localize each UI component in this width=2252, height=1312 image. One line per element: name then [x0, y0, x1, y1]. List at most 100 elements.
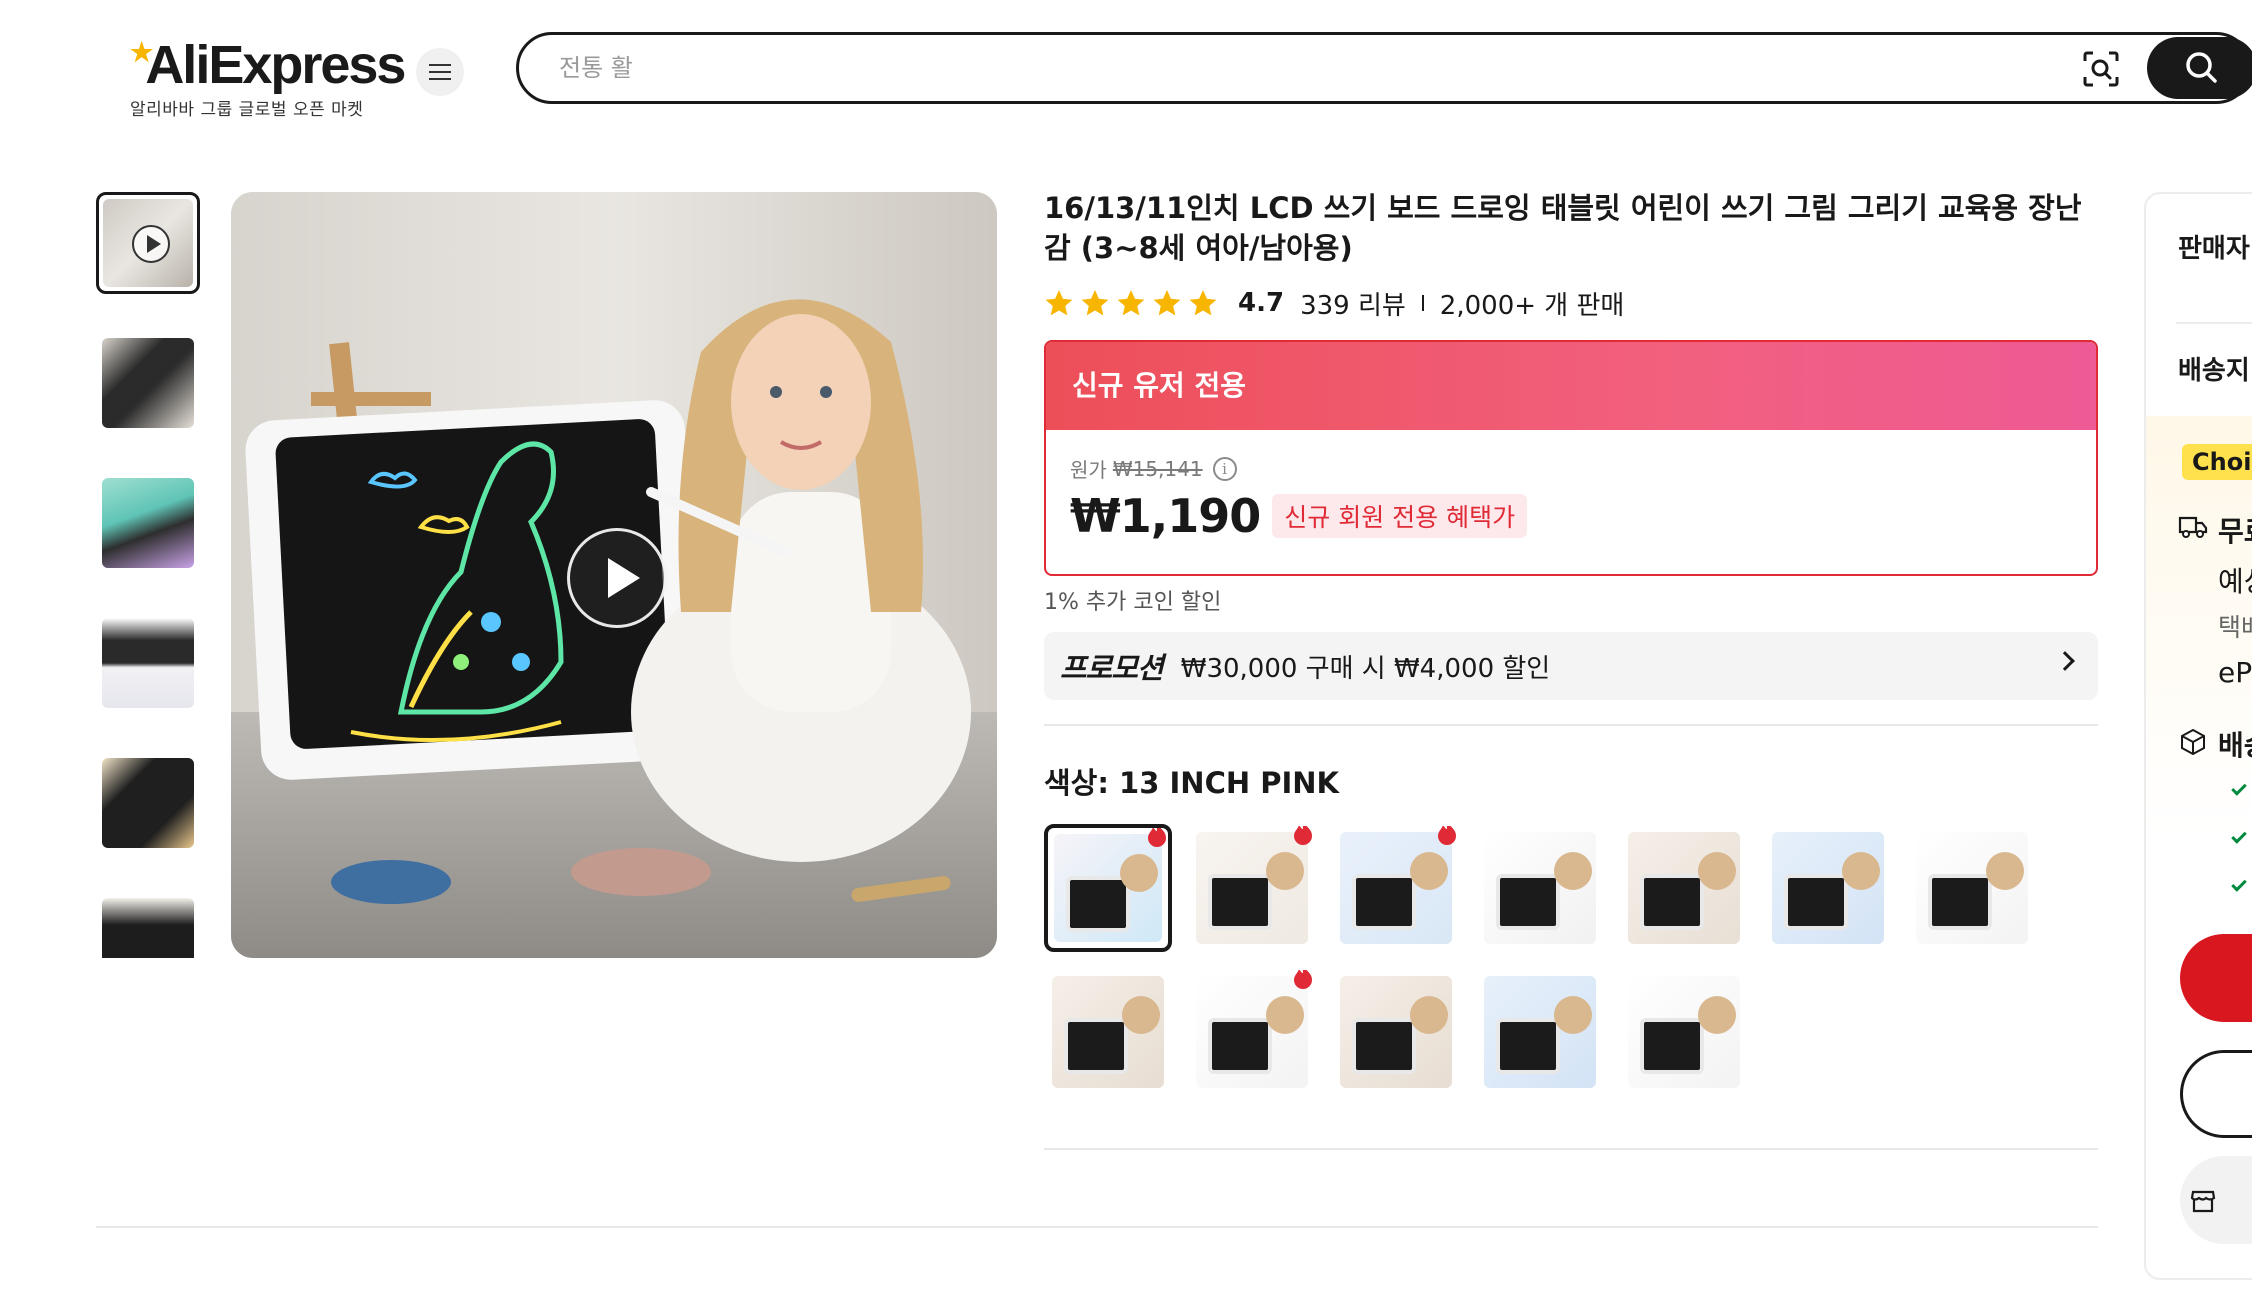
- thumbnail-video[interactable]: [96, 192, 200, 294]
- divider: [2176, 322, 2252, 324]
- new-user-deal-box: 신규 유저 전용 원가 ₩15,141 i ₩1,190 신규 회원 전용 혜택…: [1044, 340, 2098, 576]
- estimate-label: 예상: [2218, 565, 2252, 598]
- info-icon[interactable]: i: [1212, 456, 1237, 481]
- logo-wordmark: ★AliExpress: [130, 24, 406, 93]
- hamburger-icon: [429, 64, 451, 80]
- color-option[interactable]: [1476, 824, 1604, 952]
- star-icon: [1189, 290, 1217, 316]
- child-graphic: [1120, 854, 1158, 892]
- color-option[interactable]: [1332, 824, 1460, 952]
- package-icon: [2181, 728, 2205, 756]
- sale-price: ₩1,190: [1070, 489, 1261, 543]
- review-count-link[interactable]: 339 리뷰: [1300, 285, 1406, 322]
- add-to-cart-button[interactable]: [2180, 1050, 2252, 1138]
- child-graphic: [1410, 996, 1448, 1034]
- product-title: 16/13/11인치 LCD 쓰기 보드 드로잉 태블릿 어린이 쓰기 그림 그…: [1044, 191, 2082, 265]
- site-header: ★AliExpress 알리바바 그룹 글로벌 오픈 마켓: [0, 0, 2252, 130]
- search-button[interactable]: [2147, 37, 2252, 99]
- chevron-right-icon: [2055, 651, 2075, 671]
- choice-badge: Choic: [2182, 444, 2252, 480]
- child-graphic: [1554, 996, 1592, 1034]
- store-icon: [2190, 1190, 2216, 1213]
- shipping-heading[interactable]: 배송지: [2178, 350, 2250, 387]
- price-row: ₩1,190 신규 회원 전용 혜택가: [1070, 489, 2072, 543]
- tablet-graphic: [1640, 1018, 1704, 1074]
- original-price-row: 원가 ₩15,141 i: [1070, 454, 2072, 483]
- logo-text: AliExpress: [145, 35, 406, 95]
- color-option[interactable]: [1332, 968, 1460, 1096]
- section-divider: [1044, 724, 2098, 726]
- tablet-graphic: [1352, 1018, 1416, 1074]
- child-graphic: [1410, 852, 1448, 890]
- star-icon: [1153, 290, 1181, 316]
- star-icon: [1045, 290, 1073, 316]
- child-graphic: [1122, 996, 1160, 1034]
- rating-row: 4.7 339 리뷰 2,000+ 개 판매: [1044, 285, 2098, 322]
- star-icon: [1081, 290, 1109, 316]
- free-shipping-label: 무료: [2218, 515, 2252, 548]
- aliexpress-logo[interactable]: ★AliExpress 알리바바 그룹 글로벌 오픈 마켓: [130, 24, 406, 120]
- tablet-graphic: [1208, 874, 1272, 930]
- new-member-benefit-badge: 신규 회원 전용 혜택가: [1272, 494, 1528, 538]
- play-video-button[interactable]: [567, 528, 667, 628]
- courier-label: 택배: [2218, 613, 2252, 642]
- truck-icon: [2178, 516, 2208, 538]
- image-search-icon: [2083, 51, 2119, 87]
- thumbnail-image-5[interactable]: [96, 752, 200, 854]
- play-icon: [132, 225, 170, 263]
- child-graphic: [1554, 852, 1592, 890]
- color-option[interactable]: [1044, 968, 1172, 1096]
- child-graphic: [1266, 852, 1304, 890]
- deal-body: 원가 ₩15,141 i ₩1,190 신규 회원 전용 혜택가: [1046, 430, 2096, 543]
- tablet-graphic: [1928, 874, 1992, 930]
- thumbnail-image: [102, 338, 194, 428]
- color-option[interactable]: [1044, 824, 1172, 952]
- fire-icon: [1294, 970, 1312, 989]
- color-label: 색상: 13 INCH PINK: [1044, 766, 1340, 800]
- fire-icon: [1294, 826, 1312, 845]
- tablet-graphic: [1208, 1018, 1272, 1074]
- tablet-graphic: [1496, 874, 1560, 930]
- thumbnail-image-6[interactable]: [96, 892, 200, 958]
- thumbnail-image: [102, 478, 194, 568]
- search-bar: [516, 32, 2252, 104]
- star-icon: [1117, 290, 1145, 316]
- color-option[interactable]: [1476, 968, 1604, 1096]
- coin-discount: 1% 추가 코인 할인: [1044, 590, 1222, 615]
- search-input[interactable]: [559, 45, 2059, 91]
- check-icon: [2231, 876, 2247, 892]
- child-graphic: [1266, 996, 1304, 1034]
- rating-value: 4.7: [1238, 288, 1285, 318]
- child-graphic: [1698, 852, 1736, 890]
- color-option[interactable]: [1764, 824, 1892, 952]
- color-option[interactable]: [1188, 968, 1316, 1096]
- fire-icon: [1148, 828, 1166, 847]
- tablet-graphic: [1496, 1018, 1560, 1074]
- image-search-button[interactable]: [2079, 47, 2123, 91]
- promotion-row[interactable]: 프로모션 ₩30,000 구매 시 ₩4,000 할인: [1044, 632, 2098, 700]
- original-price: ₩15,141: [1112, 456, 1203, 481]
- color-option[interactable]: [1620, 824, 1748, 952]
- tablet-graphic: [1352, 874, 1416, 930]
- thumbnail-image-2[interactable]: [96, 332, 200, 434]
- tablet-graphic: [1640, 874, 1704, 930]
- color-option[interactable]: [1188, 824, 1316, 952]
- child-graphic: [1698, 996, 1736, 1034]
- rating-stars[interactable]: [1044, 288, 1224, 318]
- promotion-badge: 프로모션: [1060, 651, 1164, 685]
- delivery-guarantee-label: 배송: [2218, 729, 2252, 762]
- search-icon: [2186, 52, 2217, 83]
- thumbnail-image-3[interactable]: [96, 472, 200, 574]
- store-button[interactable]: [2180, 1156, 2252, 1244]
- child-graphic: [1986, 852, 2024, 890]
- color-swatches: [1044, 824, 2098, 1112]
- color-option[interactable]: [1908, 824, 2036, 952]
- seller-heading[interactable]: 판매자: [2178, 228, 2250, 265]
- color-option[interactable]: [1620, 968, 1748, 1096]
- main-product-image[interactable]: [231, 192, 997, 958]
- buy-now-button[interactable]: [2180, 934, 2252, 1022]
- promotion-text: ₩30,000 구매 시 ₩4,000 할인: [1180, 653, 1551, 684]
- original-price-label: 원가: [1070, 458, 1107, 482]
- category-menu-button[interactable]: [416, 48, 464, 96]
- thumbnail-image-4[interactable]: [96, 612, 200, 714]
